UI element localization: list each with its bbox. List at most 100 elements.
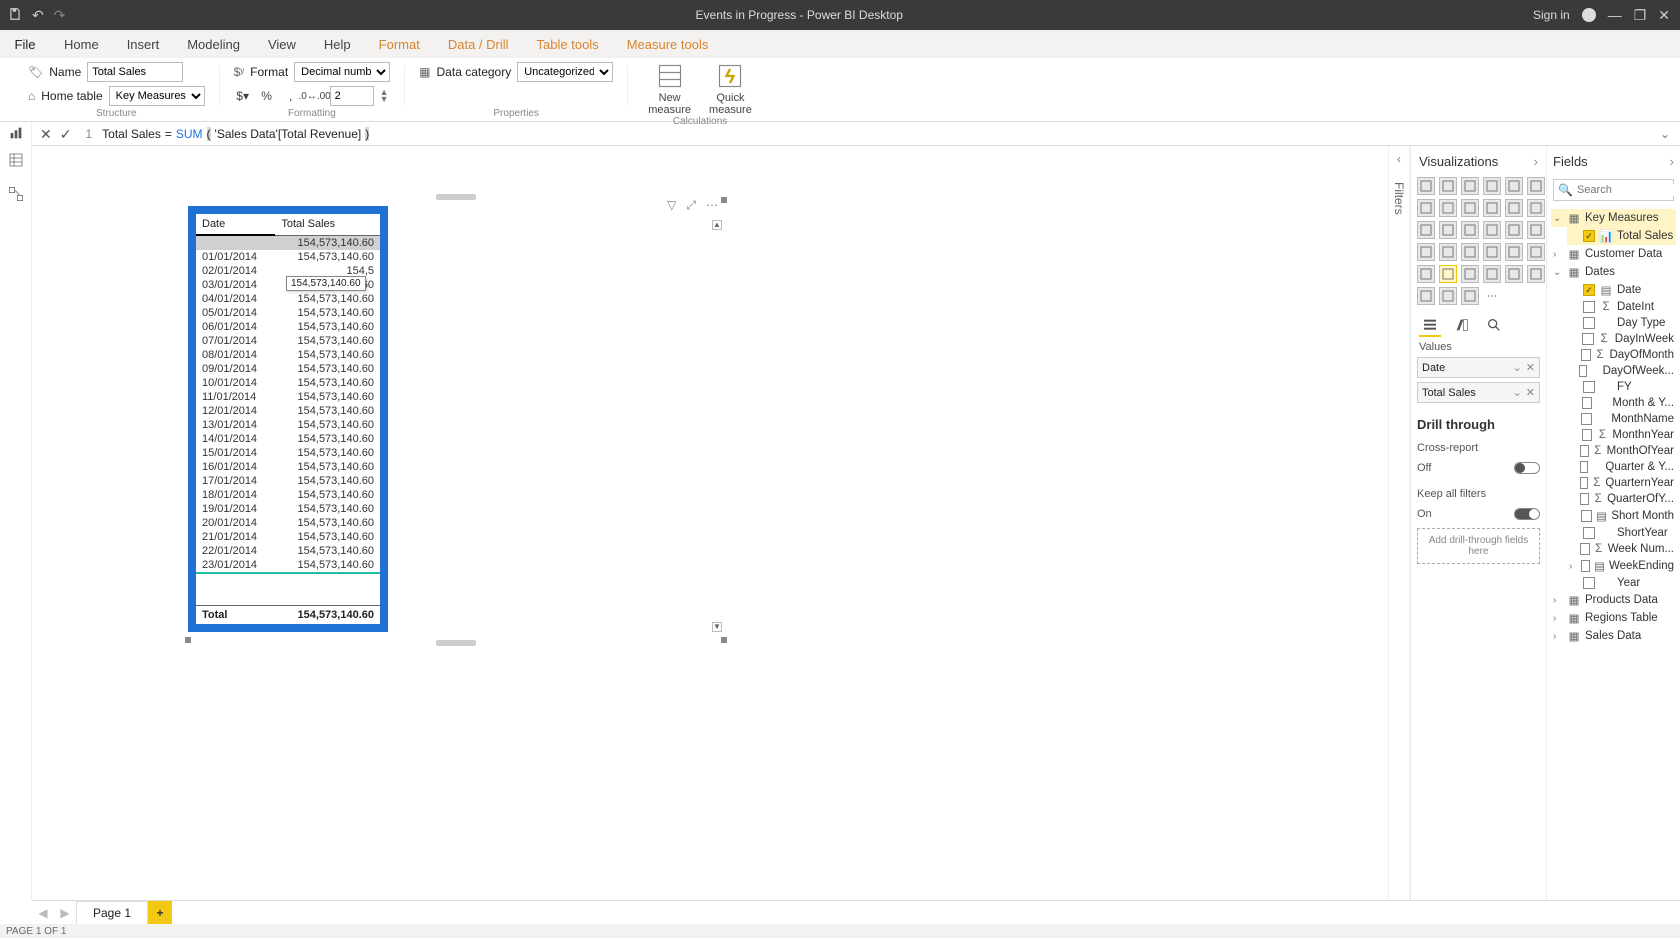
ribbon-tab[interactable]: Measure tools [613,30,723,58]
viz-type-icon[interactable] [1417,265,1435,283]
fields-table-node[interactable]: ›▦Customer Data [1551,245,1676,263]
save-icon[interactable] [8,7,22,23]
well-dropdown-icon[interactable]: ⌄ [1513,386,1522,399]
resize-handle-bl[interactable] [185,637,191,643]
add-page-button[interactable]: + [148,901,172,924]
table-row[interactable]: 04/01/2014154,573,140.60 [196,292,380,306]
formula-expand-icon[interactable]: ⌄ [1650,127,1680,141]
field-checkbox[interactable] [1580,477,1589,489]
cross-report-toggle[interactable] [1514,462,1540,474]
field-checkbox[interactable] [1581,510,1591,522]
fields-search-input[interactable] [1577,184,1680,196]
fields-column-node[interactable]: ΣMonthOfYear [1567,443,1676,459]
fields-table-node[interactable]: ⌄▦Dates [1551,263,1676,281]
fields-column-node[interactable]: ›▤WeekEnding [1567,557,1676,575]
table-row[interactable]: 10/01/2014154,573,140.60 [196,376,380,390]
analytics-tab-icon[interactable] [1483,315,1505,337]
ribbon-tab[interactable]: Insert [113,30,174,58]
ribbon-tab[interactable]: View [254,30,310,58]
decimals-button[interactable]: .0↔.00 [306,87,324,105]
fields-search[interactable]: 🔍 [1553,179,1674,201]
table-row[interactable]: 01/01/2014154,573,140.60 [196,250,380,264]
table-row[interactable]: 11/01/2014154,573,140.60 [196,390,380,404]
fields-column-node[interactable]: Quarter & Y... [1567,459,1676,475]
formula-commit-icon[interactable]: ✓ [60,126,72,143]
model-view-icon[interactable] [6,184,26,204]
visual-scrollbar[interactable]: ▲ ▼ [712,220,722,632]
field-checkbox[interactable] [1580,461,1589,473]
table-row[interactable]: 12/01/2014154,573,140.60 [196,404,380,418]
fields-column-node[interactable]: Day Type [1567,315,1676,331]
viz-type-icon[interactable] [1417,221,1435,239]
fields-column-node[interactable]: MonthName [1567,411,1676,427]
table-row[interactable]: 21/01/2014154,573,140.60 [196,530,380,544]
filters-expand-icon[interactable]: ‹ [1397,152,1401,166]
visual-focus-icon[interactable]: ⤢ [686,198,696,213]
table-visual-frame[interactable]: ▽ ⤢ ⋯ Date Total Sales 154,573,140.6001/… [188,200,724,640]
well-remove-icon[interactable]: ✕ [1526,361,1535,374]
fields-column-node[interactable]: ΣWeek Num... [1567,541,1676,557]
percent-button[interactable]: % [258,87,276,105]
field-well-date[interactable]: Date ⌄✕ [1417,357,1540,378]
data-view-icon[interactable] [6,150,26,170]
viz-type-icon[interactable] [1505,265,1523,283]
well-dropdown-icon[interactable]: ⌄ [1513,361,1522,374]
col-header-date[interactable]: Date [196,214,275,235]
page-tab-1[interactable]: Page 1 [76,901,148,924]
ribbon-tab[interactable]: Data / Drill [434,30,523,58]
table-row[interactable]: 08/01/2014154,573,140.60 [196,348,380,362]
visual-more-icon[interactable]: ⋯ [706,198,718,213]
viz-type-icon[interactable] [1461,265,1479,283]
well-remove-icon[interactable]: ✕ [1526,386,1535,399]
table-row[interactable]: 22/01/2014154,573,140.60 [196,544,380,558]
fields-column-node[interactable]: DayOfWeek... [1567,363,1676,379]
filters-pane-collapsed[interactable]: ‹ Filters [1388,146,1410,900]
viz-type-icon[interactable] [1527,177,1545,195]
viz-type-icon[interactable] [1505,221,1523,239]
viz-type-icon[interactable] [1417,177,1435,195]
file-tab[interactable]: File [0,30,50,58]
maximize-icon[interactable]: ❐ [1634,8,1647,22]
formula-cancel-icon[interactable]: ✕ [40,126,52,143]
field-checkbox[interactable] [1583,527,1595,539]
fields-column-node[interactable]: ΣDayOfMonth [1567,347,1676,363]
fields-column-node[interactable]: ΣQuarternYear [1567,475,1676,491]
viz-type-icon[interactable] [1483,221,1501,239]
viz-type-icon[interactable] [1461,199,1479,217]
avatar-icon[interactable] [1582,8,1596,22]
data-category-select[interactable]: Uncategorized [517,62,613,82]
field-checkbox[interactable] [1581,349,1591,361]
viz-type-icon[interactable] [1483,199,1501,217]
field-well-total-sales[interactable]: Total Sales ⌄✕ [1417,382,1540,403]
viz-type-icon[interactable] [1527,265,1545,283]
fields-table-node[interactable]: ›▦Regions Table [1551,609,1676,627]
fields-column-node[interactable]: FY [1567,379,1676,395]
table-row[interactable]: 18/01/2014154,573,140.60 [196,488,380,502]
fields-column-node[interactable]: ΣMonthnYear [1567,427,1676,443]
table-row[interactable]: 09/01/2014154,573,140.60 [196,362,380,376]
new-measure-button[interactable]: Newmeasure [642,62,697,116]
quick-measure-button[interactable]: Quickmeasure [703,62,758,116]
viz-type-icon[interactable] [1505,177,1523,195]
viz-type-icon[interactable] [1461,221,1479,239]
viz-type-icon[interactable] [1527,221,1545,239]
formula-input[interactable]: 1 Total Sales = SUM( 'Sales Data'[Total … [79,127,1650,141]
field-checkbox[interactable] [1583,317,1595,329]
page-prev-icon[interactable]: ◀ [32,901,54,924]
minimize-icon[interactable]: ― [1608,8,1622,22]
drill-through-drop[interactable]: Add drill-through fields here [1417,528,1540,564]
viz-more-icon[interactable]: ⋯ [1483,287,1501,305]
viz-type-icon[interactable] [1505,243,1523,261]
field-checkbox[interactable] [1580,543,1589,555]
fields-column-node[interactable]: Month & Y... [1567,395,1676,411]
table-row[interactable]: 07/01/2014154,573,140.60 [196,334,380,348]
report-canvas[interactable]: ▽ ⤢ ⋯ Date Total Sales 154,573,140.6001/… [32,146,1388,900]
viz-type-icon[interactable] [1461,243,1479,261]
table-row[interactable]: 14/01/2014154,573,140.60 [196,432,380,446]
table-row[interactable]: 13/01/2014154,573,140.60 [196,418,380,432]
field-checkbox[interactable]: ✓ [1583,284,1595,296]
viz-type-icon[interactable] [1439,199,1457,217]
table-row[interactable]: 23/01/2014154,573,140.60 [196,558,380,573]
field-checkbox[interactable] [1580,493,1589,505]
keep-filters-toggle[interactable] [1514,508,1540,520]
